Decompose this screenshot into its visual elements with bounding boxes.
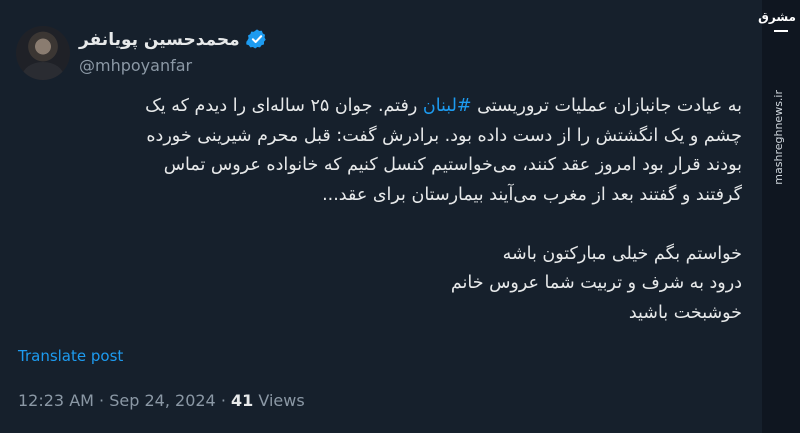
verified-badge-icon: [246, 29, 266, 49]
translate-post-link[interactable]: Translate post: [18, 347, 123, 365]
views-label: Views: [258, 391, 305, 410]
avatar-figure: [22, 62, 64, 80]
views-count: 41: [231, 391, 254, 410]
tweet-line-4: گرفتند و گفتند بعد از مغرب می‌آیند بیمار…: [322, 184, 742, 205]
tweet-line-2: چشم و یک انگشتش را از دست داده بود. براد…: [146, 125, 742, 146]
tweet-text-segment: رفتم. جوان ۲۵ ساله‌ای را دیدم که یک: [145, 96, 423, 116]
tweet-line-1: به عیادت جانبازان عملیات تروریستی #لبنان…: [22, 92, 742, 122]
tweet-line-7: خوشبخت باشید: [628, 302, 742, 323]
tweet-line-3: بودند قرار بود امروز عقد کنند، می‌خواستی…: [163, 155, 742, 175]
meta-separator: ·: [220, 391, 226, 410]
watermark-strip: مشرق mashreghnews.ir: [758, 0, 800, 433]
logo-underline: [774, 30, 788, 32]
avatar[interactable]: [16, 26, 70, 80]
author-handle[interactable]: @mhpoyanfar: [79, 56, 192, 75]
site-url: mashreghnews.ir: [772, 90, 785, 185]
author-display-name[interactable]: محمدحسین پویانفر: [79, 30, 240, 50]
tweet-text-segment: به عیادت جانبازان عملیات تروریستی: [471, 96, 742, 116]
tweet-line-5: خواستم بگم خیلی مبارکتون باشه: [502, 243, 742, 264]
tweet-card: محمدحسین پویانفر @mhpoyanfar به عیادت جا…: [0, 0, 762, 433]
tweet-text: به عیادت جانبازان عملیات تروریستی #لبنان…: [22, 92, 742, 328]
mashregh-logo: مشرق: [758, 10, 796, 24]
tweet-meta: 12:23 AM · Sep 24, 2024 · 41 Views: [18, 391, 305, 410]
post-date[interactable]: Sep 24, 2024: [109, 391, 216, 410]
hashtag-link[interactable]: #لبنان: [423, 96, 472, 116]
tweet-line-6: درود به شرف و تربیت شما عروس خانم: [450, 273, 742, 293]
post-time[interactable]: 12:23 AM: [18, 391, 94, 410]
meta-separator: ·: [99, 391, 105, 410]
tweet-header: محمدحسین پویانفر @mhpoyanfar: [16, 20, 336, 80]
